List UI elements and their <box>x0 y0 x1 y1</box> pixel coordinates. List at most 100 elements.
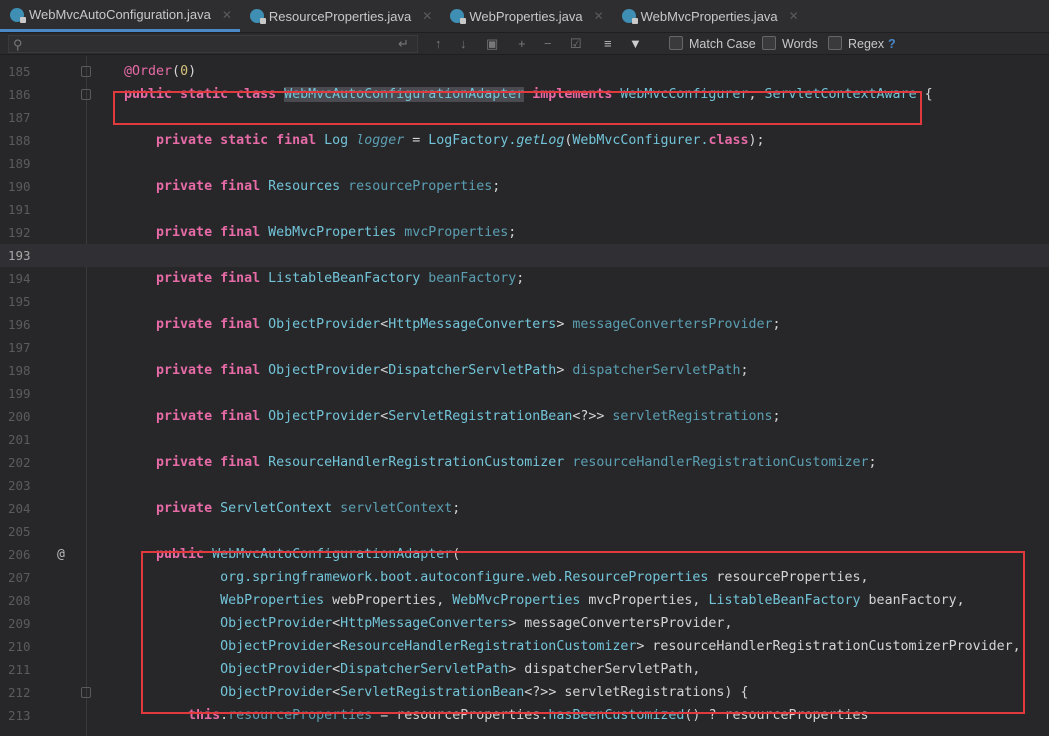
line-number: 193 <box>8 248 31 263</box>
regex-help-link[interactable]: ? <box>888 37 896 51</box>
tab-label: WebMvcProperties.java <box>640 8 778 24</box>
code-token: private final <box>156 363 269 378</box>
line-number: 204 <box>8 501 31 516</box>
code-line-202: 202 private final ResourceHandlerRegistr… <box>0 451 1049 474</box>
regex-checkbox[interactable] <box>828 36 842 50</box>
code-line-205: 205 <box>0 520 1049 543</box>
line-number: 201 <box>8 432 31 447</box>
code-token: ; <box>772 409 781 424</box>
code-token: servletRegistrations <box>612 409 773 424</box>
code-token: ; <box>740 363 749 378</box>
java-class-icon <box>450 9 467 24</box>
search-icon[interactable]: ⚲ <box>13 37 23 53</box>
code-token: LogFactory. <box>428 133 517 148</box>
fold-icon[interactable] <box>81 89 91 100</box>
close-tab-icon[interactable]: ✕ <box>789 9 799 23</box>
close-tab-icon[interactable]: ✕ <box>222 8 232 22</box>
code-token: private final <box>156 409 269 424</box>
newline-icon[interactable]: ↵ <box>398 36 409 52</box>
code-line-201: 201 <box>0 428 1049 451</box>
tab-label: WebProperties.java <box>469 8 583 24</box>
code-editor[interactable]: 184 org.springframework.boot.autoconfigu… <box>0 56 1049 736</box>
code-line-199: 199 <box>0 382 1049 405</box>
code-line-190: 190 private final Resources resourceProp… <box>0 175 1049 198</box>
code-token: ; <box>452 501 461 516</box>
line-number: 200 <box>8 409 31 424</box>
code-token: resourceHandlerRegistrationCustomizer <box>572 455 869 470</box>
code-token: ) <box>188 64 197 79</box>
code-token: WebMvcConfigurer. <box>572 133 709 148</box>
add-selection-icon[interactable]: + <box>518 36 526 51</box>
toggle-selection-icon[interactable]: ☑ <box>570 36 582 52</box>
search-input[interactable] <box>8 35 418 53</box>
line-number: 197 <box>8 340 31 355</box>
autowired-marker-icon[interactable]: @ <box>57 543 65 566</box>
regex-label: Regex <box>848 37 885 51</box>
close-tab-icon[interactable]: ✕ <box>594 9 604 23</box>
line-number: 207 <box>8 570 31 585</box>
tab-webproperties[interactable]: WebProperties.java ✕ <box>440 0 611 32</box>
tab-webmvcautoconfiguration[interactable]: WebMvcAutoConfiguration.java ✕ <box>0 0 240 32</box>
code-token: logger <box>356 133 405 148</box>
tab-resourceproperties[interactable]: ResourceProperties.java ✕ <box>240 0 440 32</box>
code-token: ; <box>868 455 877 470</box>
code-token: ResourceHandlerRegistrationCustomizer <box>268 455 573 470</box>
code-token: private final <box>156 225 269 240</box>
code-token: ListableBeanFactory <box>268 271 429 286</box>
previous-occurrence-icon[interactable]: ↑ <box>435 36 442 51</box>
line-number: 203 <box>8 478 31 493</box>
line-number: 208 <box>8 593 31 608</box>
code-token: <?>> <box>572 409 613 424</box>
fold-icon[interactable] <box>81 687 91 698</box>
code-line-196: 196 private final ObjectProvider<HttpMes… <box>0 313 1049 336</box>
code-token: 0 <box>180 64 189 79</box>
java-class-icon <box>621 9 638 24</box>
line-number: 189 <box>8 156 31 171</box>
code-text: private final ObjectProvider<HttpMessage… <box>124 313 780 336</box>
code-token: beanFactory <box>428 271 517 286</box>
tab-webmvcproperties[interactable]: WebMvcProperties.java ✕ <box>612 0 807 32</box>
words-checkbox[interactable] <box>762 36 776 50</box>
line-number: 185 <box>8 64 31 79</box>
line-number: 210 <box>8 639 31 654</box>
code-line-194: 194 private final ListableBeanFactory be… <box>0 267 1049 290</box>
select-all-icon[interactable]: ▣ <box>486 36 498 52</box>
code-line-193: 193 <box>0 244 1049 267</box>
line-number: 192 <box>8 225 31 240</box>
match-case-label: Match Case <box>689 37 756 51</box>
code-line-189: 189 <box>0 152 1049 175</box>
line-number: 187 <box>8 110 31 125</box>
words-label: Words <box>782 37 818 51</box>
code-text: private final ResourceHandlerRegistratio… <box>124 451 877 474</box>
line-number: 186 <box>8 87 31 102</box>
code-token: servletContext <box>340 501 453 516</box>
code-token: < <box>380 317 389 332</box>
remove-selection-icon[interactable]: − <box>544 36 552 51</box>
line-number: 209 <box>8 616 31 631</box>
code-token: getLog <box>516 133 565 148</box>
code-token: private final <box>156 271 269 286</box>
code-token: < <box>380 409 389 424</box>
code-token: ObjectProvider <box>268 363 381 378</box>
line-number: 196 <box>8 317 31 332</box>
code-text: private ServletContext servletContext; <box>124 497 460 520</box>
match-case-checkbox[interactable] <box>669 36 683 50</box>
next-occurrence-icon[interactable]: ↓ <box>460 36 467 51</box>
close-tab-icon[interactable]: ✕ <box>422 9 432 23</box>
filter-options-icon[interactable]: ≡ <box>604 36 612 51</box>
fold-icon[interactable] <box>81 66 91 77</box>
code-token: ; <box>508 225 517 240</box>
code-token: dispatcherServletPath <box>572 363 741 378</box>
line-number: 195 <box>8 294 31 309</box>
code-token: @Order <box>124 64 173 79</box>
code-text: private final ListableBeanFactory beanFa… <box>124 267 524 290</box>
code-token: > <box>556 363 573 378</box>
highlight-box-constructor <box>141 551 1025 714</box>
filter-icon[interactable]: ▼ <box>629 36 642 51</box>
code-line-197: 197 <box>0 336 1049 359</box>
